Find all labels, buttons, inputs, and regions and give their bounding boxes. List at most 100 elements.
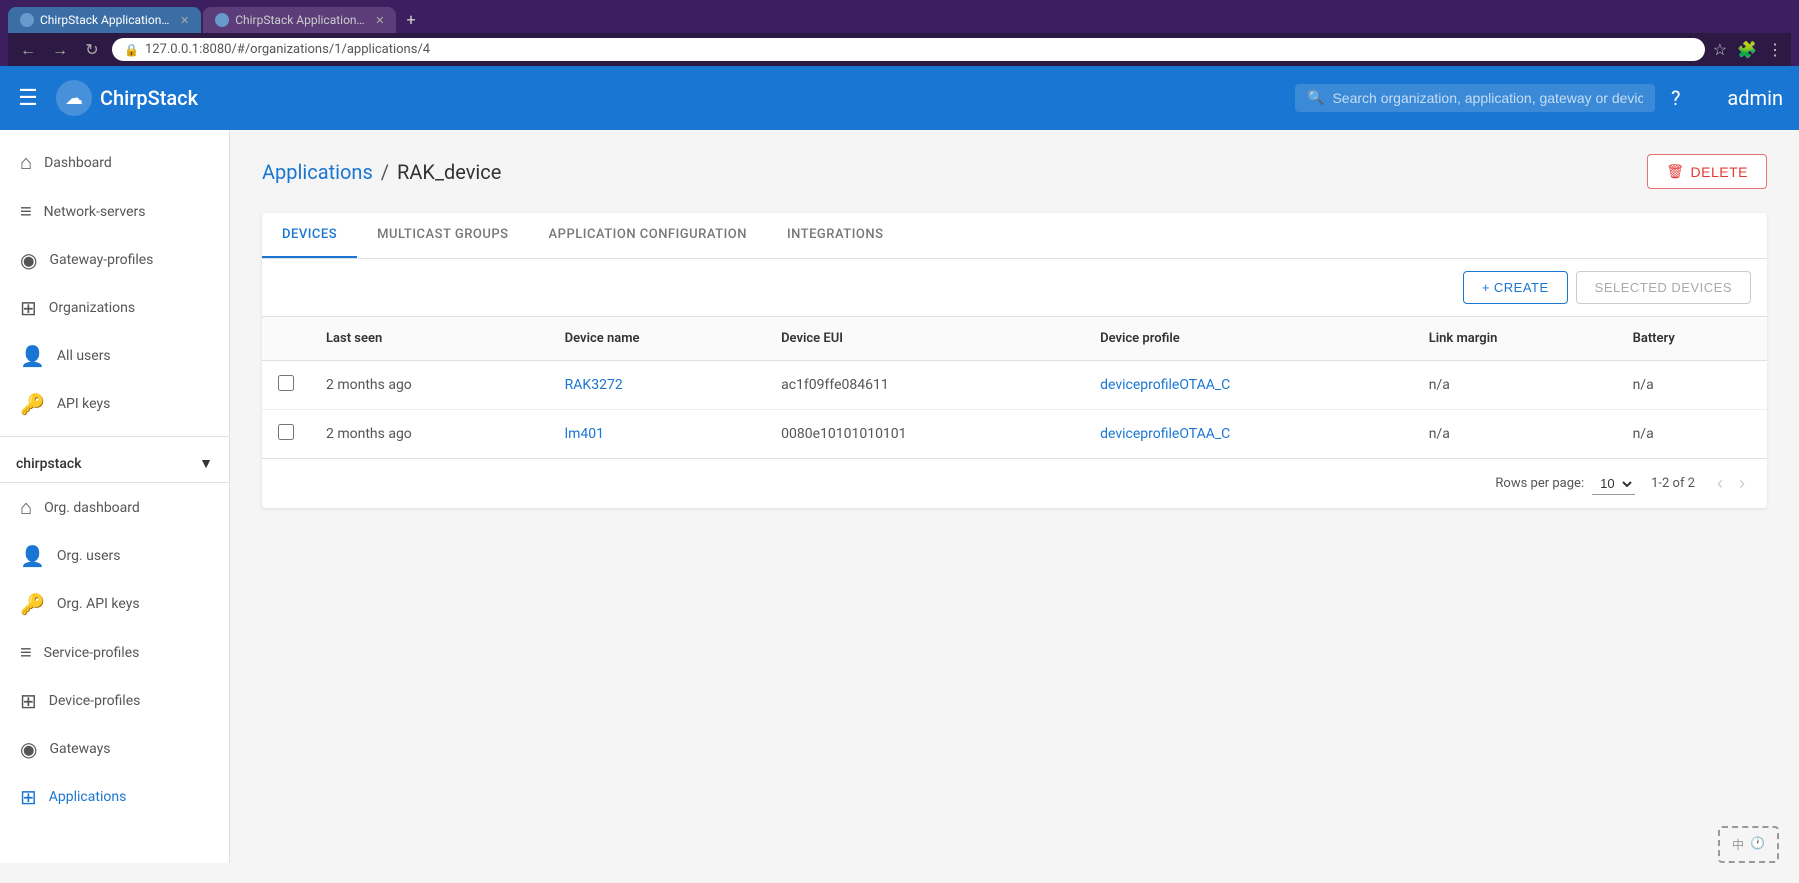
org-api-keys-icon: 🔑: [20, 592, 45, 616]
sidebar-item-device-profiles[interactable]: ⊞ Device-profiles: [0, 677, 229, 725]
devices-table: Last seen Device name Device EUI Device …: [262, 317, 1767, 458]
col-battery: Battery: [1617, 317, 1767, 361]
tab-favicon-2: [215, 13, 229, 27]
app-logo: ☁ ChirpStack: [56, 80, 198, 116]
app-bar: ☰ ☁ ChirpStack 🔍 ? 👤 admin: [0, 66, 1799, 130]
col-device-profile: Device profile: [1084, 317, 1413, 361]
tab-multicast-groups[interactable]: MULTICAST GROUPS: [357, 213, 528, 258]
sidebar-label-gateways: Gateways: [49, 741, 110, 757]
sidebar-label-applications: Applications: [49, 789, 127, 805]
sidebar-item-org-users[interactable]: 👤 Org. users: [0, 532, 229, 580]
tab-close-2[interactable]: ✕: [375, 14, 384, 27]
cell-device-profile-0[interactable]: deviceprofileOTAA_C: [1084, 361, 1413, 410]
selected-devices-button[interactable]: SELECTED DEVICES: [1576, 271, 1751, 304]
tab-application-configuration[interactable]: APPLICATION CONFIGURATION: [529, 213, 767, 258]
sidebar-label-org-users: Org. users: [57, 548, 121, 564]
col-device-eui: Device EUI: [765, 317, 1084, 361]
delete-button[interactable]: 🗑 DELETE: [1647, 154, 1767, 189]
new-tab-button[interactable]: +: [398, 6, 423, 33]
sidebar-item-organizations[interactable]: ⊞ Organizations: [0, 284, 229, 332]
back-button[interactable]: ←: [16, 40, 40, 60]
page-nav: ‹ ›: [1711, 471, 1751, 496]
address-bar-row: ← → ↻ 🔒 127.0.0.1:8080/#/organizations/1…: [8, 33, 1791, 66]
hamburger-menu-icon[interactable]: ☰: [16, 86, 40, 111]
col-checkbox: [262, 317, 310, 361]
col-device-name: Device name: [549, 317, 765, 361]
cell-link-margin-1: n/a: [1413, 410, 1617, 459]
tab-favicon-1: [20, 13, 34, 27]
sidebar-item-dashboard[interactable]: ⌂ Dashboard: [0, 138, 229, 187]
sidebar-item-network-servers[interactable]: ≡ Network-servers: [0, 187, 229, 236]
cell-device-name-0[interactable]: RAK3272: [549, 361, 765, 410]
extensions-icon[interactable]: 🧩: [1737, 40, 1757, 59]
sidebar-item-org-api-keys[interactable]: 🔑 Org. API keys: [0, 580, 229, 628]
dashed-box-icon1: 中: [1732, 836, 1744, 853]
org-name: chirpstack: [16, 456, 82, 472]
sidebar-label-api-keys: API keys: [57, 396, 110, 412]
cell-device-name-1[interactable]: lm401: [549, 410, 765, 459]
user-label: admin: [1727, 86, 1783, 110]
create-button[interactable]: + CREATE: [1463, 271, 1568, 304]
breadcrumb: Applications / RAK_device: [262, 160, 501, 184]
sidebar-item-service-profiles[interactable]: ≡ Service-profiles: [0, 628, 229, 677]
address-input[interactable]: 🔒 127.0.0.1:8080/#/organizations/1/appli…: [112, 38, 1705, 61]
prev-page-button[interactable]: ‹: [1711, 471, 1729, 496]
tab-title-1: ChirpStack Application S...: [40, 13, 170, 27]
help-icon[interactable]: ?: [1671, 86, 1680, 110]
row-checkbox-1[interactable]: [262, 410, 310, 459]
sidebar-label-service-profiles: Service-profiles: [44, 645, 140, 661]
tab-close-1[interactable]: ✕: [180, 14, 189, 27]
sidebar-label-dashboard: Dashboard: [44, 155, 112, 171]
sidebar-label-all-users: All users: [57, 348, 111, 364]
breadcrumb-link-applications[interactable]: Applications: [262, 160, 373, 184]
sidebar-item-api-keys[interactable]: 🔑 API keys: [0, 380, 229, 428]
device-profiles-icon: ⊞: [20, 689, 37, 713]
cell-last-seen-1: 2 months ago: [310, 410, 549, 459]
cell-device-profile-1[interactable]: deviceprofileOTAA_C: [1084, 410, 1413, 459]
row-checkbox-0[interactable]: [262, 361, 310, 410]
sidebar-label-org-dashboard: Org. dashboard: [44, 500, 140, 516]
org-selector[interactable]: chirpstack ▼: [0, 445, 229, 483]
sidebar-label-org-api-keys: Org. API keys: [57, 596, 140, 612]
dashboard-icon: ⌂: [20, 150, 32, 175]
browser-menu-icon[interactable]: ⋮: [1767, 40, 1783, 59]
sidebar-item-gateways[interactable]: ◉ Gateways: [0, 725, 229, 773]
table-row: 2 months ago lm401 0080e10101010101 devi…: [262, 410, 1767, 459]
tabs-row: DEVICES MULTICAST GROUPS APPLICATION CON…: [262, 213, 1767, 259]
forward-button[interactable]: →: [48, 40, 72, 60]
next-page-button[interactable]: ›: [1733, 471, 1751, 496]
sidebar-item-all-users[interactable]: 👤 All users: [0, 332, 229, 380]
cell-device-eui-1: 0080e10101010101: [765, 410, 1084, 459]
reload-button[interactable]: ↻: [80, 40, 104, 59]
lock-icon: 🔒: [124, 43, 139, 57]
address-text[interactable]: 127.0.0.1:8080/#/organizations/1/applica…: [145, 42, 430, 57]
tab-devices[interactable]: DEVICES: [262, 213, 357, 258]
cell-link-margin-0: n/a: [1413, 361, 1617, 410]
col-last-seen: Last seen: [310, 317, 549, 361]
table-container: DEVICES MULTICAST GROUPS APPLICATION CON…: [262, 213, 1767, 508]
sidebar-label-device-profiles: Device-profiles: [49, 693, 141, 709]
rows-per-page: Rows per page: 10 25 50: [1495, 473, 1635, 495]
sidebar-label-organizations: Organizations: [49, 300, 135, 316]
breadcrumb-current: RAK_device: [397, 160, 501, 184]
browser-tab-2[interactable]: ChirpStack Application S... ✕: [203, 7, 396, 33]
main-layout: ⌂ Dashboard ≡ Network-servers ◉ Gateway-…: [0, 130, 1799, 863]
browser-right-icons: ☆ 🧩 ⋮: [1713, 40, 1783, 59]
sidebar-label-network-servers: Network-servers: [44, 204, 146, 220]
search-input[interactable]: [1332, 90, 1643, 106]
global-search[interactable]: 🔍: [1295, 84, 1655, 112]
sidebar-item-gateway-profiles[interactable]: ◉ Gateway-profiles: [0, 236, 229, 284]
sidebar-item-org-dashboard[interactable]: ⌂ Org. dashboard: [0, 483, 229, 532]
bookmark-icon[interactable]: ☆: [1713, 40, 1727, 59]
cell-last-seen-0: 2 months ago: [310, 361, 549, 410]
rows-per-page-select[interactable]: 10 25 50: [1592, 473, 1635, 495]
main-content: Applications / RAK_device 🗑 DELETE DEVIC…: [230, 130, 1799, 863]
breadcrumb-row: Applications / RAK_device 🗑 DELETE: [262, 154, 1767, 189]
sidebar-label-gateway-profiles: Gateway-profiles: [49, 252, 153, 268]
org-dropdown-icon: ▼: [199, 455, 213, 472]
col-link-margin: Link margin: [1413, 317, 1617, 361]
browser-tab-1[interactable]: ChirpStack Application S... ✕: [8, 7, 201, 33]
tab-integrations[interactable]: INTEGRATIONS: [767, 213, 904, 258]
user-menu[interactable]: 👤 admin: [1696, 86, 1783, 110]
sidebar-item-applications[interactable]: ⊞ Applications: [0, 773, 229, 821]
